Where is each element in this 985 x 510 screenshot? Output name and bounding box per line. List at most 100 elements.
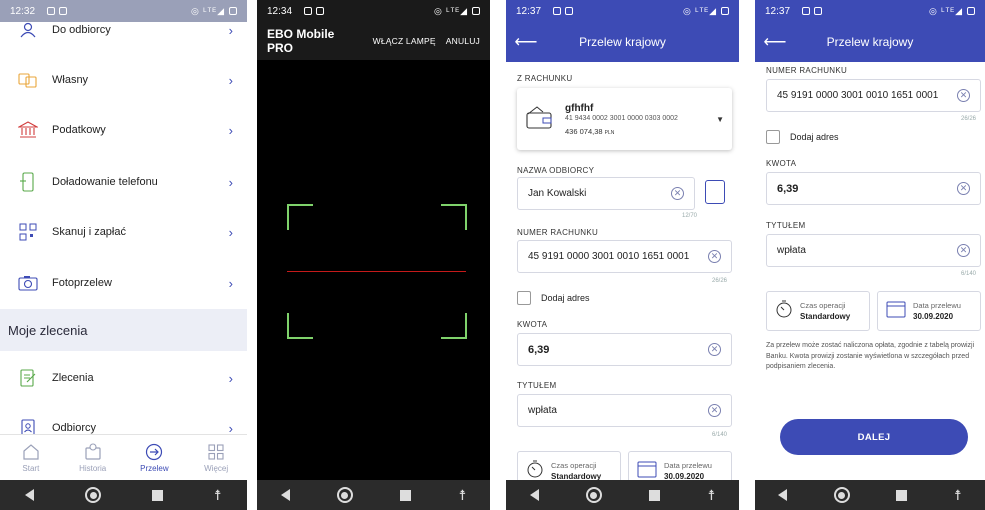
status-icons: ◎ ᴸᵀᴱ◢	[928, 5, 963, 16]
source-account-selector[interactable]: gfhfhf 41 9434 0002 3001 0000 0303 0002 …	[517, 88, 732, 150]
nav-home-icon[interactable]	[833, 487, 850, 503]
nav-home-icon[interactable]	[85, 487, 102, 503]
camera-icon	[18, 273, 38, 293]
operation-time-value: Standardowy	[800, 312, 851, 321]
home-icon	[22, 442, 40, 462]
section-title: Moje zlecenia	[0, 309, 247, 351]
clear-icon[interactable]: ✕	[957, 89, 970, 102]
nav-recents-icon[interactable]	[649, 489, 661, 501]
amount-field[interactable]: 6,39 ✕	[766, 172, 981, 205]
amount-value: 6,39	[777, 182, 799, 195]
nav-back-icon[interactable]	[778, 489, 788, 501]
status-bar: 12:34 ◎ ᴸᵀᴱ◢	[257, 0, 490, 22]
add-address-checkbox[interactable]	[517, 291, 531, 305]
account-number-label: NUMER RACHUNKU	[766, 66, 848, 75]
page-title: Przelew krajowy	[579, 35, 666, 49]
tax-building-icon	[18, 120, 38, 140]
screen-qr-scanner: 12:34 ◎ ᴸᵀᴱ◢ EBO Mobile PRO WŁĄCZ LAMPĘ …	[257, 0, 490, 510]
scan-frame-corner-tr	[441, 204, 467, 230]
tab-historia[interactable]: Historia	[62, 435, 124, 480]
add-address-option[interactable]: Dodaj adres	[766, 130, 839, 144]
add-address-checkbox[interactable]	[766, 130, 780, 144]
title-field[interactable]: wpłata ✕	[766, 234, 981, 267]
status-icons: ◎ ᴸᵀᴱ◢	[682, 5, 717, 16]
battery-icon	[472, 7, 480, 15]
recipient-name-field[interactable]: Jan Kowalski ✕	[517, 177, 695, 210]
transfer-date-card[interactable]: Data przelewu 30.09.2020	[877, 291, 981, 331]
qr-scan-icon	[18, 222, 38, 242]
recipient-name-value: Jan Kowalski	[528, 188, 587, 199]
nav-recents-icon[interactable]	[152, 489, 164, 501]
accessibility-icon[interactable]: ☨	[954, 487, 962, 504]
menu-item-zlecenia[interactable]: Zlecenia ›	[0, 353, 247, 403]
next-button[interactable]: DALEJ	[780, 419, 968, 455]
nav-recents-icon[interactable]	[400, 489, 412, 501]
nav-home-icon[interactable]	[336, 487, 353, 503]
battery-icon	[721, 7, 729, 15]
nav-back-icon[interactable]	[25, 489, 35, 501]
recipient-name-label: NAZWA ODBIORCY	[517, 166, 595, 175]
scan-laser-line	[287, 271, 466, 272]
transfer-date-label: Data przelewu	[664, 461, 712, 470]
accessibility-icon[interactable]: ☨	[214, 487, 222, 504]
menu-item-wlasny[interactable]: Własny ›	[0, 55, 247, 105]
cancel-button[interactable]: ANULUJ	[446, 36, 480, 46]
operation-time-label: Czas operacji	[551, 461, 597, 470]
clear-icon[interactable]: ✕	[708, 250, 721, 263]
clear-icon[interactable]: ✕	[708, 404, 721, 417]
add-address-option[interactable]: Dodaj adres	[517, 291, 590, 305]
account-number-field[interactable]: 45 9191 0000 3001 0010 1651 0001 ✕	[766, 79, 981, 112]
accessibility-icon[interactable]: ☨	[459, 487, 467, 504]
bottom-tab-bar: Start Historia Przelew Więcej	[0, 434, 247, 480]
balance-value: 436 074,38	[565, 126, 603, 136]
stopwatch-icon	[775, 300, 793, 323]
accessibility-icon[interactable]: ☨	[708, 487, 716, 504]
recipient-counter: 12/70	[682, 213, 698, 219]
transfer-date-value: 30.09.2020	[913, 312, 954, 321]
clear-icon[interactable]: ✕	[957, 182, 970, 195]
amount-label: KWOTA	[517, 320, 548, 329]
menu-item-label: Do odbiorcy	[52, 24, 111, 36]
screen-transfer-menu: 12:32 ◎ ᴸᵀᴱ◢ Do odbiorcy › Własny › Poda…	[0, 0, 247, 510]
contacts-icon[interactable]	[705, 180, 725, 204]
chevron-right-icon: ›	[228, 22, 233, 38]
title-field[interactable]: wpłata ✕	[517, 394, 732, 427]
clear-icon[interactable]: ✕	[671, 187, 684, 200]
chevron-right-icon: ›	[228, 122, 233, 138]
account-number-value: 45 9191 0000 3001 0010 1651 0001	[528, 251, 690, 262]
android-nav-bar: ☨	[755, 480, 985, 510]
app-bar: ⟵ Przelew krajowy	[506, 22, 739, 62]
nav-back-icon[interactable]	[280, 489, 290, 501]
menu-item-do-odbiorcy[interactable]: Do odbiorcy ›	[0, 5, 247, 55]
back-arrow-icon[interactable]: ⟵	[755, 32, 795, 52]
tab-start[interactable]: Start	[0, 435, 62, 480]
person-transfer-icon	[18, 20, 38, 40]
chevron-right-icon: ›	[228, 72, 233, 88]
tab-przelew[interactable]: Przelew	[124, 435, 186, 480]
menu-item-skanuj[interactable]: Skanuj i zapłać ›	[0, 207, 247, 257]
menu-item-doladowanie[interactable]: Doładowanie telefonu ›	[0, 157, 247, 207]
title-counter: 6/140	[712, 432, 728, 438]
tab-wiecej[interactable]: Więcej	[185, 435, 247, 480]
b-icon	[565, 7, 574, 15]
menu-item-podatkowy[interactable]: Podatkowy ›	[0, 105, 247, 155]
title-counter: 6/140	[961, 271, 977, 277]
back-arrow-icon[interactable]: ⟵	[506, 32, 546, 52]
clear-icon[interactable]: ✕	[708, 343, 721, 356]
amount-value: 6,39	[528, 343, 550, 356]
nav-home-icon[interactable]	[585, 487, 602, 503]
operation-time-card[interactable]: Czas operacji Standardowy	[766, 291, 870, 331]
chevron-right-icon: ›	[228, 370, 233, 386]
nav-back-icon[interactable]	[529, 489, 539, 501]
chevron-right-icon: ›	[228, 174, 233, 190]
menu-item-fotoprzelew[interactable]: Fotoprzelew ›	[0, 258, 247, 308]
account-number-field[interactable]: 45 9191 0000 3001 0010 1651 0001 ✕	[517, 240, 732, 273]
flash-toggle-button[interactable]: WŁĄCZ LAMPĘ	[373, 36, 436, 46]
menu-item-label: Doładowanie telefonu	[52, 176, 158, 188]
title-value: wpłata	[777, 245, 806, 256]
clear-icon[interactable]: ✕	[957, 244, 970, 257]
account-counter: 26/26	[712, 278, 728, 284]
amount-field[interactable]: 6,39 ✕	[517, 333, 732, 366]
nav-recents-icon[interactable]	[896, 489, 908, 501]
orders-icon	[18, 368, 38, 388]
